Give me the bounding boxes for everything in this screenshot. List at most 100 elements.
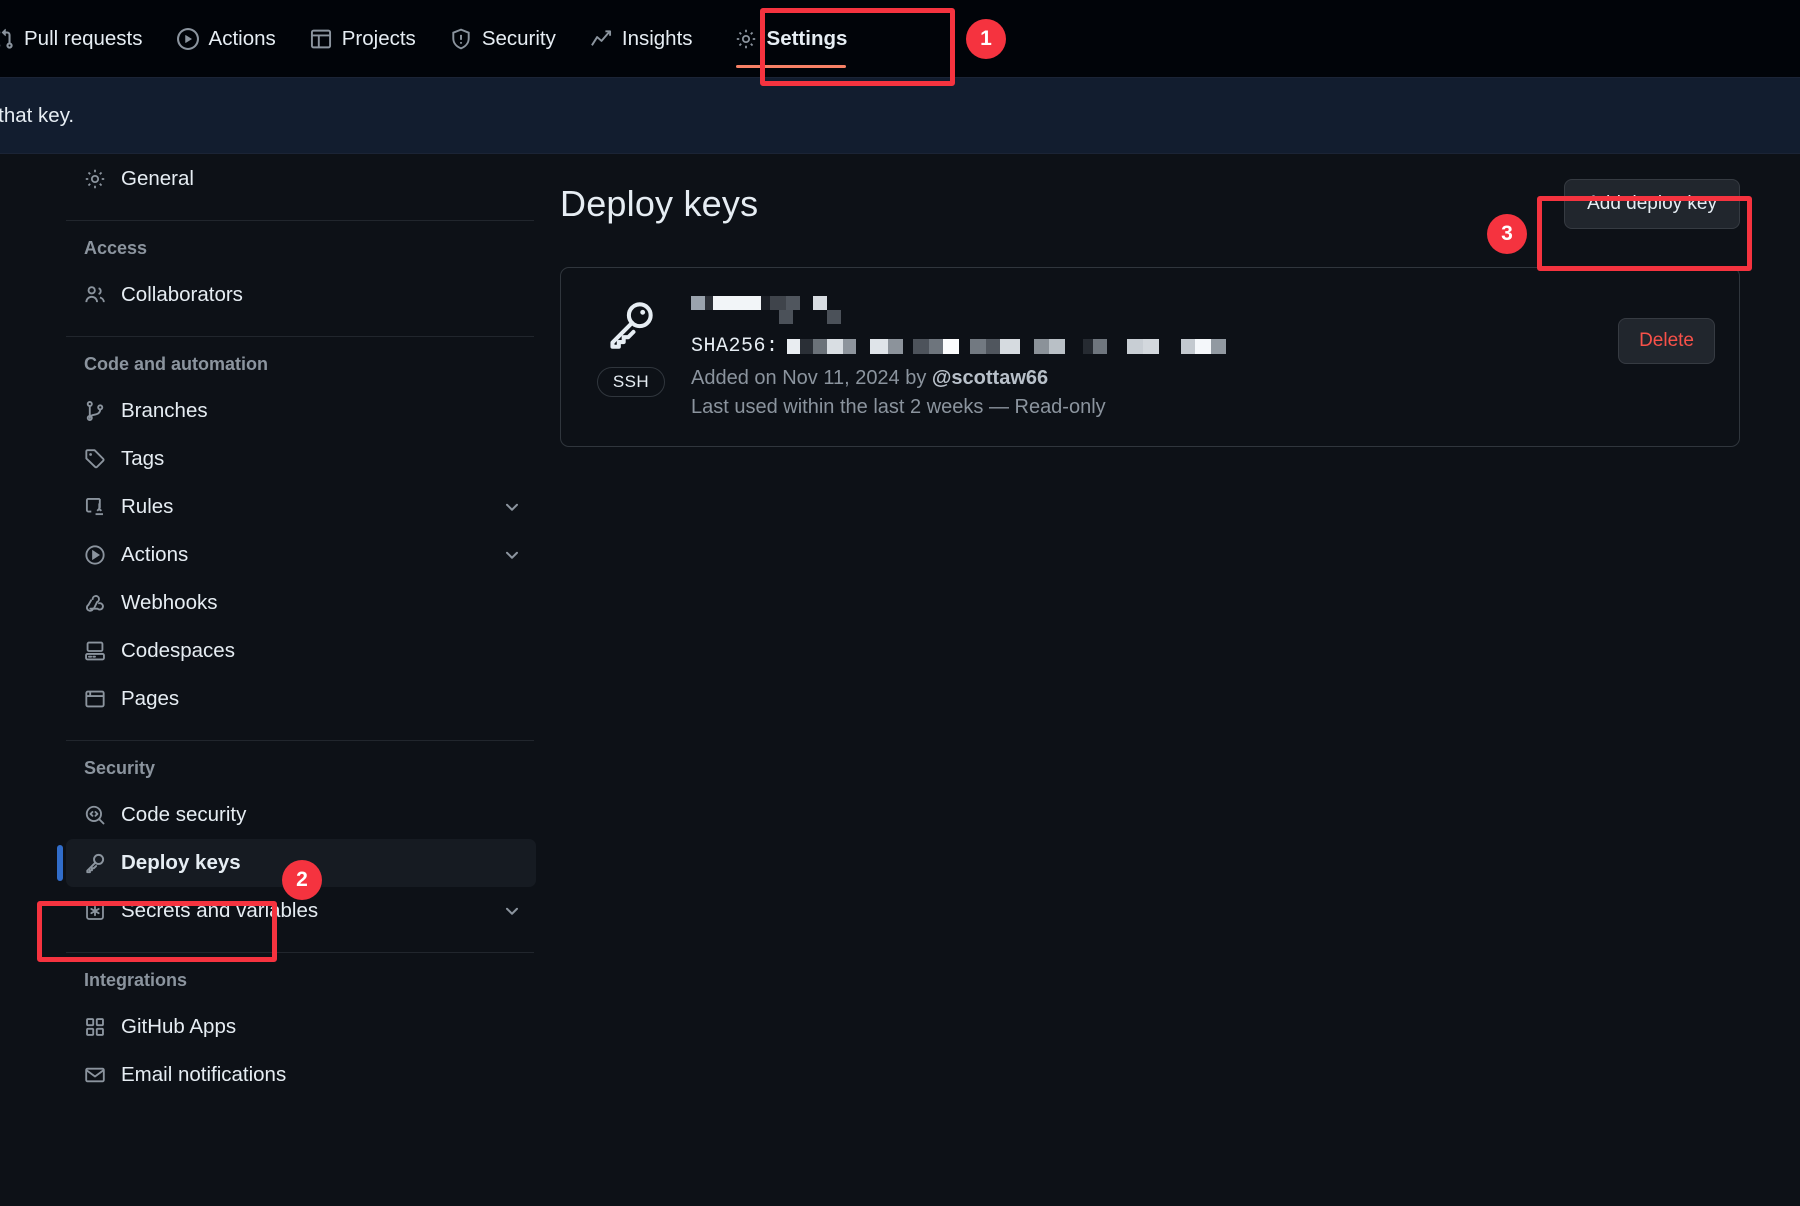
redaction-block [887,338,903,354]
nav-item-actions[interactable]: Actions [160,0,293,77]
sidebar-item-label: Code security [121,803,247,826]
deploy-key-added-line: Added on Nov 11, 2024 by @scottaw66 [691,364,1715,393]
sidebar-item-label: Deploy keys [121,851,241,874]
sidebar-item-code-security[interactable]: Code security [66,791,536,839]
sidebar-item-email-notifications[interactable]: Email notifications [66,1051,536,1099]
redaction-block [1180,338,1195,354]
key-icon [84,852,106,874]
page-header: Deploy keys Add deploy key [560,173,1740,235]
sidebar-item-github-apps[interactable]: GitHub Apps [66,1003,536,1051]
sidebar-divider [66,952,534,953]
sidebar-item-collaborators[interactable]: Collaborators [66,271,536,319]
sidebar-divider [66,740,534,741]
sidebar-item-label: Collaborators [121,283,243,306]
redaction-block [799,338,813,354]
people-icon [84,284,106,306]
annotation-badge-1: 1 [966,19,1006,59]
chevron-down-icon[interactable] [502,497,522,517]
nav-item-settings[interactable]: Settings [718,0,865,77]
play-circle-icon [84,544,106,566]
redaction-block [779,310,793,324]
sidebar-item-label: Secrets and variables [121,899,319,922]
sidebar-item-label: General [121,167,194,190]
sidebar-item-label: Webhooks [121,591,218,614]
redaction-block [1048,338,1065,354]
delete-key-button[interactable]: Delete [1618,318,1715,364]
sidebar-group-security: Security [84,758,156,778]
added-by-user[interactable]: @scottaw66 [932,367,1048,389]
chevron-down-icon[interactable] [502,901,522,921]
redaction-block [691,296,705,310]
table-icon [310,28,332,50]
annotation-badge-2: 2 [282,860,322,900]
active-tab-underline [735,65,847,68]
graph-icon [590,28,612,50]
redaction-block [1194,338,1211,354]
sidebar-item-branches[interactable]: Branches [66,387,536,435]
key-icon [605,298,657,355]
sidebar-item-tags[interactable]: Tags [66,435,536,483]
nav-item-projects[interactable]: Projects [293,0,433,77]
git-branch-icon [84,400,106,422]
annotation-badge-3: 3 [1487,214,1527,254]
redaction-block [928,338,943,354]
redaction-block [999,338,1020,354]
nav-label: Settings [766,26,848,50]
nav-label: Actions [208,26,276,50]
redaction-block [869,338,888,354]
nav-label: Pull requests [24,26,143,50]
redaction-block [827,310,841,324]
sidebar-item-label: Email notifications [121,1063,287,1086]
settings-page: General Access Collaborators Code and au… [0,155,1800,1206]
pull-request-icon [0,28,14,50]
chevron-down-icon[interactable] [502,545,522,565]
play-circle-icon [176,27,199,50]
sidebar-item-general[interactable]: General [66,155,536,203]
sidebar-item-codespaces[interactable]: Codespaces [66,627,536,675]
nav-item-pull-requests[interactable]: Pull requests [0,0,160,77]
nav-item-security[interactable]: Security [433,0,573,77]
sidebar-item-webhooks[interactable]: Webhooks [66,579,536,627]
redaction-block [1210,338,1226,354]
codespaces-icon [84,640,106,662]
sidebar-item-label: Pages [121,687,180,710]
deploy-key-title-redacted [691,296,891,326]
repo-nav: Pull requests Actions Projects Security … [0,0,1800,77]
apps-grid-icon [84,1016,106,1038]
redaction-block [1158,338,1181,354]
sidebar-item-rules[interactable]: Rules [66,483,536,531]
nav-label: Security [481,26,556,50]
deploy-key-details: SHA256: Added on Nov 11, 2024 by @scotta… [677,294,1715,422]
redaction-block [826,338,843,354]
redaction-block [713,296,761,310]
redaction-block [812,338,827,354]
redaction-block [842,338,856,354]
redaction-block [1092,338,1107,354]
redaction-block [942,338,959,354]
add-deploy-key-button[interactable]: Add deploy key [1564,179,1740,229]
redaction-block [1064,338,1083,354]
gear-icon [84,168,106,190]
deploy-key-card: SSH SHA256: Added on Nov 11, 2024 by @sc… [560,267,1740,447]
sidebar-item-actions[interactable]: Actions [66,531,536,579]
redaction-block [958,338,970,354]
sidebar-divider [66,336,534,337]
nav-item-insights[interactable]: Insights [573,0,710,77]
code-scan-icon [84,804,106,826]
sidebar-item-label: Codespaces [121,639,235,662]
redaction-block [1033,338,1049,354]
sidebar-item-pages[interactable]: Pages [66,675,536,723]
redaction-block [902,338,913,354]
sidebar-group-access: Access [84,238,148,258]
webhook-icon [84,592,106,614]
flash-message-banner: leted that key. [0,77,1800,154]
deploy-key-type-column: SSH [585,294,677,397]
redaction-block [1126,338,1143,354]
sidebar-group-code-and-automation: Code and automation [84,354,268,374]
redaction-block [985,338,1000,354]
rules-icon [84,496,106,518]
nav-label: Insights [621,26,693,50]
sidebar-item-label: Branches [121,399,208,422]
settings-sidebar: General Access Collaborators Code and au… [57,155,536,1099]
redaction-block [1106,338,1127,354]
